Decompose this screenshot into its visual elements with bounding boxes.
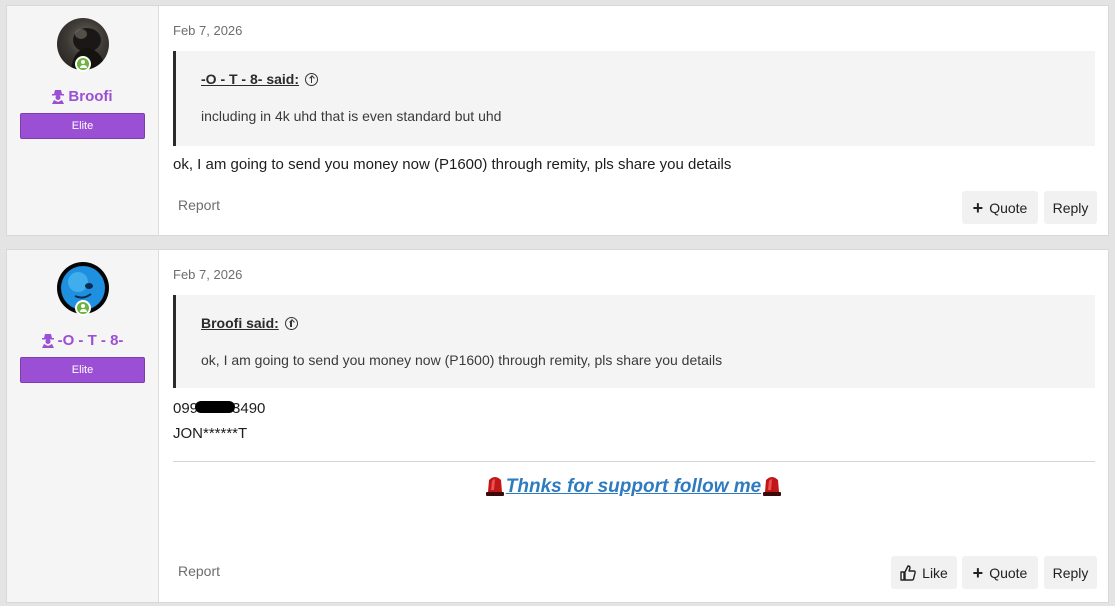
- online-status-icon: [75, 56, 91, 72]
- quote-block: Broofi said: ok, I am going to send you …: [173, 295, 1095, 388]
- username[interactable]: -O - T - 8-: [7, 332, 158, 349]
- online-status-icon: [75, 300, 91, 316]
- post-body-line-phone: 099 3490: [173, 396, 265, 421]
- quote-author-link[interactable]: -O - T - 8- said:: [201, 71, 318, 87]
- thumbs-up-icon: [900, 564, 916, 581]
- quote-author-link[interactable]: Broofi said:: [201, 315, 298, 331]
- user-cell: Broofi Elite: [7, 6, 159, 235]
- post-content: Feb 7, 2026 -O - T - 8- said: including …: [159, 6, 1108, 235]
- spy-icon: [52, 89, 65, 104]
- quote-text: ok, I am going to send you money now (P1…: [201, 352, 723, 368]
- like-button[interactable]: Like: [891, 556, 957, 589]
- report-link[interactable]: Report: [178, 563, 220, 579]
- spy-icon: [41, 333, 54, 348]
- post-date[interactable]: Feb 7, 2026: [173, 267, 242, 282]
- quote-button[interactable]: + Quote: [962, 556, 1038, 589]
- reply-button-label: Reply: [1052, 564, 1089, 581]
- quote-author[interactable]: Broofi said:: [201, 315, 279, 331]
- quote-text: including in 4k uhd that is even standar…: [201, 108, 502, 124]
- user-title-badge: Elite: [20, 357, 145, 383]
- quote-button[interactable]: + Quote: [962, 191, 1038, 224]
- report-link[interactable]: Report: [178, 197, 220, 213]
- plus-icon: +: [972, 197, 984, 218]
- quote-button-label: Quote: [989, 199, 1028, 216]
- post-body-line-name: JON******T: [173, 425, 248, 442]
- post-date[interactable]: Feb 7, 2026: [173, 23, 242, 38]
- quote-author[interactable]: -O - T - 8- said:: [201, 71, 299, 87]
- signature-divider: [173, 461, 1095, 462]
- siren-icon: [485, 477, 504, 496]
- username-text[interactable]: Broofi: [68, 88, 112, 105]
- username-text[interactable]: -O - T - 8-: [58, 332, 124, 349]
- reply-button[interactable]: Reply: [1044, 556, 1097, 589]
- like-button-label: Like: [922, 564, 948, 581]
- arrow-up-circle-icon[interactable]: [305, 72, 318, 86]
- plus-icon: +: [972, 562, 984, 583]
- quote-block: -O - T - 8- said: including in 4k uhd th…: [173, 51, 1095, 146]
- user-title-badge: Elite: [20, 113, 145, 139]
- arrow-up-circle-icon[interactable]: [284, 316, 298, 330]
- post-body: ok, I am going to send you money now (P1…: [173, 156, 732, 173]
- post: -O - T - 8- Elite Feb 7, 2026 Broofi sai…: [6, 249, 1109, 603]
- redaction-mark: [195, 401, 236, 414]
- post: Broofi Elite Feb 7, 2026 -O - T - 8- sai…: [6, 5, 1109, 236]
- signature: Thnks for support follow me: [159, 476, 1108, 498]
- reply-button-label: Reply: [1052, 199, 1089, 216]
- user-cell: -O - T - 8- Elite: [7, 250, 159, 602]
- username[interactable]: Broofi: [7, 88, 158, 105]
- quote-button-label: Quote: [989, 564, 1028, 581]
- siren-icon: [763, 477, 782, 496]
- phone-end: 3490: [232, 400, 266, 417]
- reply-button[interactable]: Reply: [1044, 191, 1097, 224]
- post-content: Feb 7, 2026 Broofi said: ok, I am going …: [159, 250, 1108, 602]
- signature-link[interactable]: Thnks for support follow me: [506, 476, 761, 497]
